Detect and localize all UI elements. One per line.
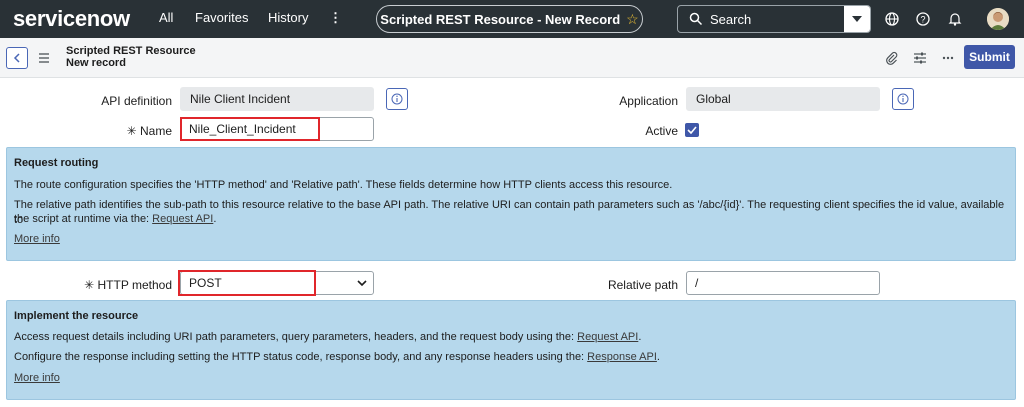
- active-label: Active: [645, 124, 678, 138]
- hamburger-menu-icon[interactable]: [38, 51, 50, 65]
- http-method-label: ✳ HTTP method: [60, 278, 172, 292]
- back-button[interactable]: [6, 47, 28, 69]
- name-highlight-box: [180, 117, 320, 141]
- required-icon: ✳: [84, 278, 95, 292]
- page-title: Scripted REST Resource New record: [66, 45, 196, 69]
- search-icon: [689, 12, 703, 26]
- svg-text:?: ?: [920, 15, 925, 25]
- form-header: Scripted REST Resource New record Submit: [0, 38, 1024, 78]
- paperclip-icon[interactable]: [885, 51, 899, 65]
- info-icon: [391, 93, 403, 105]
- top-navigation: servicenow All Favorites History ⋮ Scrip…: [0, 0, 1024, 38]
- name-label: ✳ Name: [60, 124, 172, 138]
- active-checkbox[interactable]: [685, 123, 699, 137]
- implement-resource-text-2-end: .: [656, 351, 660, 363]
- request-routing-text-2b: the script at runtime via the: Request A…: [14, 212, 216, 227]
- global-search[interactable]: Search: [677, 5, 871, 33]
- relative-path-label: Relative path: [607, 278, 678, 292]
- implement-resource-text-1-end: .: [638, 331, 642, 343]
- nav-favorites[interactable]: Favorites: [195, 10, 248, 25]
- application-label: Application: [619, 94, 678, 108]
- servicenow-logo[interactable]: servicenow: [13, 6, 130, 32]
- submit-button[interactable]: Submit: [964, 45, 1015, 69]
- user-avatar[interactable]: [987, 8, 1009, 30]
- application-field: Global: [686, 87, 880, 111]
- required-icon: ✳: [126, 124, 137, 138]
- chevron-left-icon: [13, 53, 20, 63]
- name-label-text: Name: [139, 124, 172, 138]
- nav-history[interactable]: History: [268, 10, 308, 25]
- implement-resource-text-1-prefix: Access request details including URI pat…: [14, 331, 578, 343]
- more-options-icon[interactable]: [941, 51, 955, 65]
- request-api-link[interactable]: Request API: [577, 331, 638, 343]
- api-definition-label: API definition: [101, 94, 172, 108]
- http-method-label-text: HTTP method: [97, 278, 172, 292]
- page-title-line1: Scripted REST Resource: [66, 45, 196, 57]
- search-scope-dropdown[interactable]: [844, 6, 870, 32]
- implement-resource-panel: Implement the resource Access request de…: [6, 300, 1016, 400]
- avatar-image: [987, 8, 1009, 30]
- implement-resource-text-2-prefix: Configure the response including setting…: [14, 351, 588, 363]
- context-title-pill[interactable]: Scripted REST Resource - New Record ☆: [376, 5, 643, 33]
- http-method-highlight-box: [178, 270, 316, 296]
- implement-resource-text-1: Access request details including URI pat…: [14, 330, 641, 345]
- help-icon[interactable]: ?: [915, 11, 931, 27]
- nav-more-menu[interactable]: ⋮: [329, 10, 342, 26]
- request-routing-title: Request routing: [14, 157, 99, 169]
- search-placeholder: Search: [710, 11, 752, 27]
- relative-path-input[interactable]: /: [686, 271, 880, 295]
- checkmark-icon: [687, 126, 697, 134]
- response-api-link[interactable]: Response API: [587, 351, 657, 363]
- chevron-down-icon: [357, 280, 367, 287]
- globe-icon[interactable]: [884, 11, 900, 27]
- request-routing-text-2b-prefix: the script at runtime via the:: [14, 213, 153, 225]
- api-definition-field: Nile Client Incident: [180, 87, 374, 111]
- implement-resource-more-info-link[interactable]: More info: [14, 372, 60, 384]
- favorite-star-icon[interactable]: ☆: [626, 11, 639, 28]
- notification-bell-icon[interactable]: [947, 11, 963, 27]
- chevron-down-icon: [852, 16, 862, 22]
- request-api-link[interactable]: Request API: [152, 213, 213, 225]
- api-definition-info-button[interactable]: [386, 88, 408, 110]
- context-title: Scripted REST Resource - New Record: [380, 11, 621, 27]
- page-title-line2: New record: [66, 57, 126, 69]
- info-icon: [897, 93, 909, 105]
- implement-resource-text-2: Configure the response including setting…: [14, 350, 660, 365]
- request-routing-text-2b-end: .: [213, 213, 217, 225]
- request-routing-text-1: The route configuration specifies the 'H…: [14, 179, 673, 191]
- settings-sliders-icon[interactable]: [913, 51, 927, 65]
- implement-resource-title: Implement the resource: [14, 310, 139, 322]
- request-routing-panel: Request routing The route configuration …: [6, 147, 1016, 261]
- nav-all[interactable]: All: [159, 10, 173, 25]
- request-routing-more-info-link[interactable]: More info: [14, 233, 60, 245]
- application-info-button[interactable]: [892, 88, 914, 110]
